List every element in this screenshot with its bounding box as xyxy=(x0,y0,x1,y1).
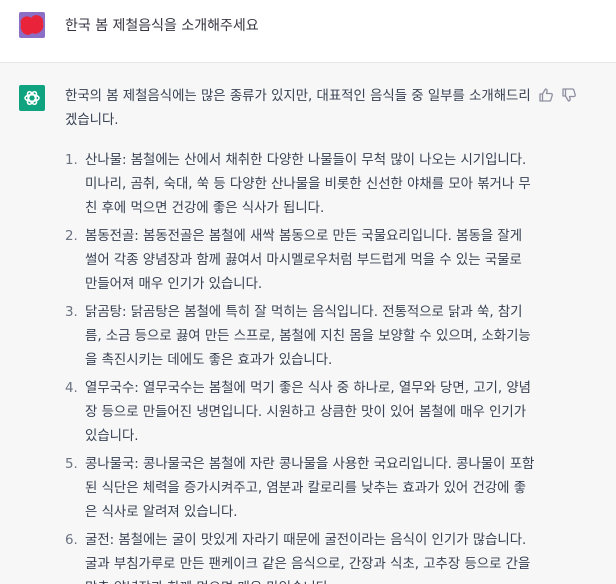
openai-logo-icon xyxy=(24,90,40,106)
list-item: 5. 콩나물국: 콩나물국은 봄철에 자란 콩나물을 사용한 국요리입니다. 콩… xyxy=(65,453,535,525)
assistant-avatar xyxy=(19,85,45,111)
dislike-button[interactable] xyxy=(561,87,577,103)
user-avatar-icon xyxy=(20,15,44,35)
list-item-number: 6. xyxy=(65,533,78,548)
list-item-number: 5. xyxy=(65,457,78,472)
assistant-message-row: 한국의 봄 제철음식에는 많은 종류가 있지만, 대표적인 음식들 중 일부를 … xyxy=(0,63,616,584)
user-message-row: 한국 봄 제철음식을 소개해주세요 xyxy=(0,0,616,63)
list-item-text: 산나물: 봄철에는 산에서 채취한 다양한 나물들이 무척 많이 나오는 시기입… xyxy=(85,153,531,216)
list-item-text: 콩나물국: 콩나물국은 봄철에 자란 콩나물을 사용한 국요리입니다. 콩나물이… xyxy=(85,457,535,520)
list-item-number: 4. xyxy=(65,381,78,396)
list-item: 4. 열무국수: 열무국수는 봄철에 먹기 좋은 식사 중 하나로, 열무와 당… xyxy=(65,377,535,449)
user-avatar xyxy=(19,12,45,38)
assistant-answer: 한국의 봄 제철음식에는 많은 종류가 있지만, 대표적인 음식들 중 일부를 … xyxy=(65,85,535,584)
chat-page: 한국 봄 제철음식을 소개해주세요 한국의 봄 제철음식에는 많은 종류가 있지… xyxy=(0,0,616,584)
thumbs-down-icon xyxy=(562,88,576,102)
list-item: 6. 굴전: 봄철에는 굴이 맛있게 자라기 때문에 굴전이라는 음식이 인기가… xyxy=(65,529,535,584)
food-list: 1. 산나물: 봄철에는 산에서 채취한 다양한 나물들이 무척 많이 나오는 … xyxy=(65,149,535,584)
list-item-number: 2. xyxy=(65,229,78,244)
list-item-text: 봄동전골: 봄동전골은 봄철에 새싹 봄동으로 만든 국물요리입니다. 봄동을 … xyxy=(85,229,523,292)
list-item-number: 3. xyxy=(65,305,78,320)
thumbs-up-icon xyxy=(539,88,553,102)
list-item: 3. 닭곰탕: 닭곰탕은 봄철에 특히 잘 먹히는 음식입니다. 전통적으로 닭… xyxy=(65,301,535,373)
list-item-text: 굴전: 봄철에는 굴이 맛있게 자라기 때문에 굴전이라는 음식이 인기가 많습… xyxy=(85,533,531,584)
list-item: 1. 산나물: 봄철에는 산에서 채취한 다양한 나물들이 무척 많이 나오는 … xyxy=(65,149,535,221)
list-item: 2. 봄동전골: 봄동전골은 봄철에 새싹 봄동으로 만든 국물요리입니다. 봄… xyxy=(65,225,535,297)
user-message-text: 한국 봄 제철음식을 소개해주세요 xyxy=(65,18,259,34)
list-item-number: 1. xyxy=(65,153,78,168)
like-button[interactable] xyxy=(538,87,554,103)
list-item-text: 닭곰탕: 닭곰탕은 봄철에 특히 잘 먹히는 음식입니다. 전통적으로 닭과 쑥… xyxy=(85,305,531,368)
answer-intro: 한국의 봄 제철음식에는 많은 종류가 있지만, 대표적인 음식들 중 일부를 … xyxy=(65,89,531,128)
list-item-text: 열무국수: 열무국수는 봄철에 먹기 좋은 식사 중 하나로, 열무와 당면, … xyxy=(85,381,532,444)
